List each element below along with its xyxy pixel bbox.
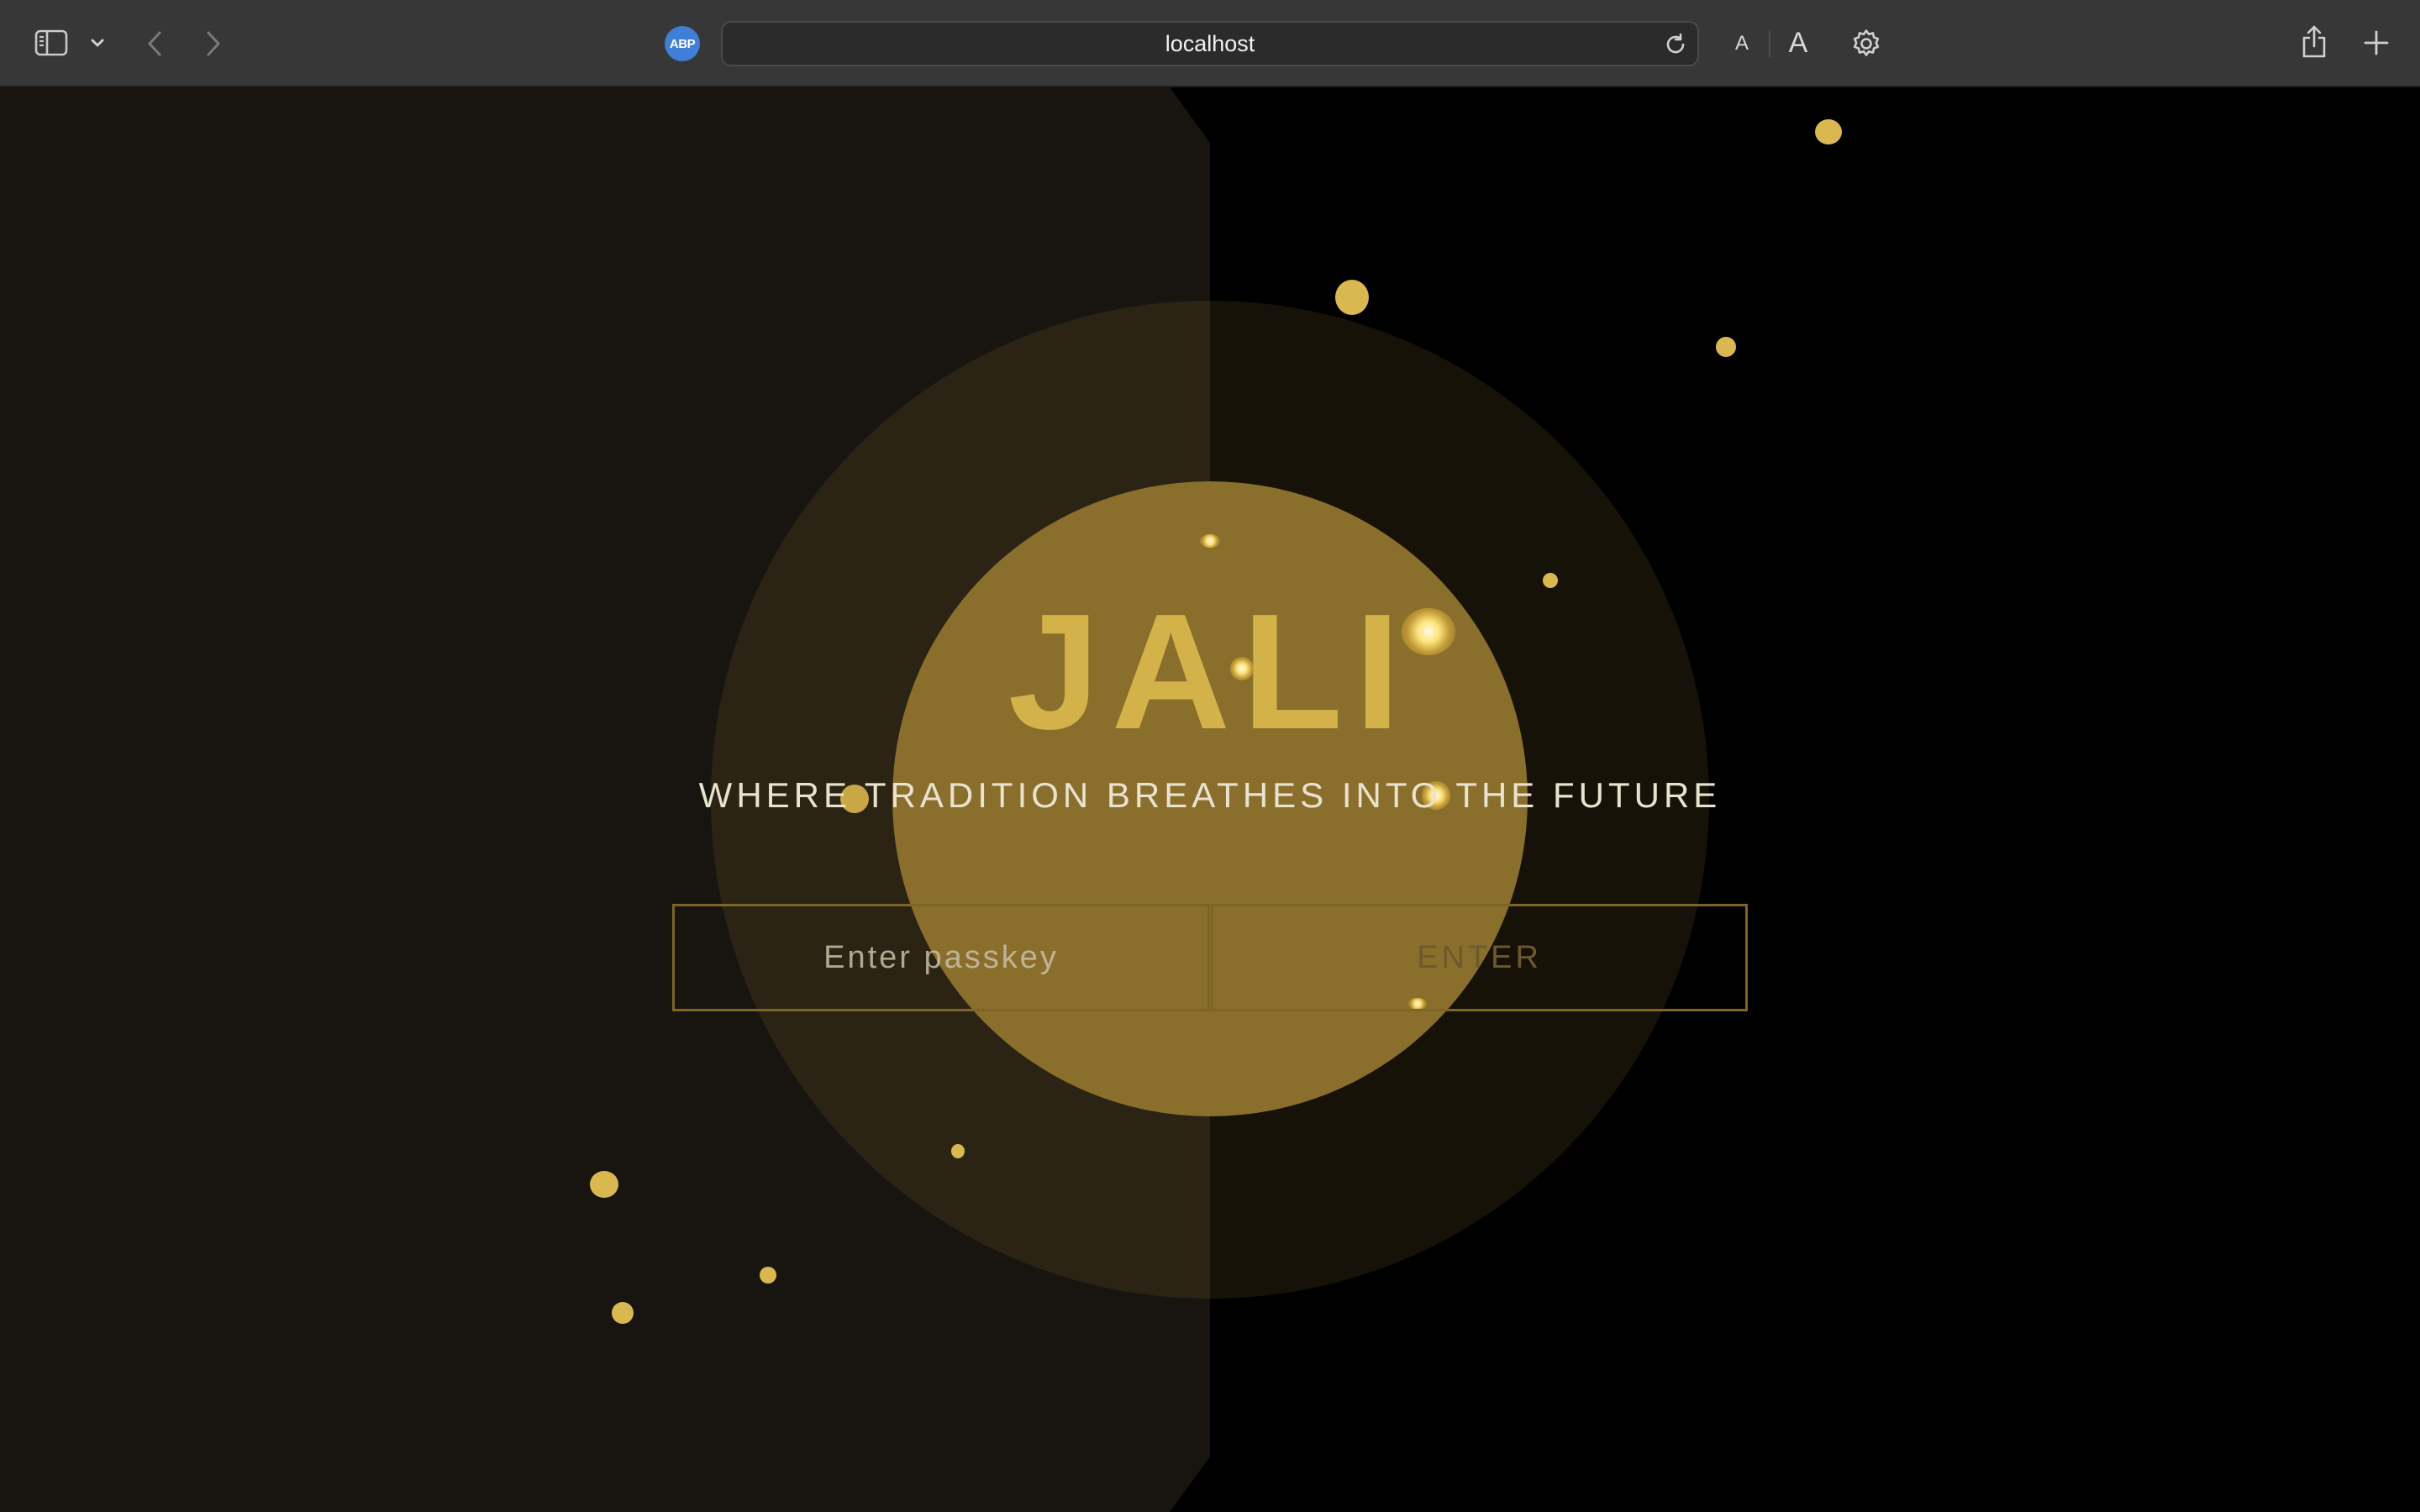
forward-button[interactable] <box>198 25 229 62</box>
particle <box>1543 573 1558 588</box>
adblock-extension-button[interactable]: ABP <box>665 26 700 61</box>
enter-button[interactable]: ENTER <box>1211 904 1748 1011</box>
decrease-font-button[interactable]: A <box>1729 28 1754 60</box>
back-icon <box>145 29 164 58</box>
particle <box>612 1302 634 1324</box>
new-tab-button[interactable] <box>2360 25 2393 60</box>
passkey-input[interactable] <box>672 904 1210 1011</box>
passkey-form: ENTER <box>672 904 1748 1011</box>
page-settings-button[interactable] <box>1849 26 1884 61</box>
particle <box>760 1267 776 1284</box>
particle <box>590 1171 618 1198</box>
address-bar[interactable]: localhost <box>721 21 1699 66</box>
particle <box>1815 119 1842 144</box>
chevron-down-icon <box>90 38 105 48</box>
back-button[interactable] <box>139 25 170 62</box>
reload-button[interactable] <box>1662 31 1689 58</box>
share-icon <box>2300 24 2328 60</box>
browser-toolbar: ABP localhost A A <box>0 0 2420 87</box>
toolbar-divider <box>1769 30 1770 57</box>
sparkle <box>1200 534 1220 548</box>
reload-icon <box>1663 32 1688 57</box>
particle <box>1335 280 1369 315</box>
particle <box>1716 337 1736 357</box>
page-viewport: JALI WHERE TRADITION BREATHES INTO THE F… <box>0 87 2420 1512</box>
forward-icon <box>204 29 223 58</box>
sidebar-toggle-button[interactable] <box>32 26 71 60</box>
url-text: localhost <box>1165 30 1255 56</box>
particle <box>951 1144 965 1158</box>
tab-group-dropdown-button[interactable] <box>87 32 108 54</box>
extension-badge-label: ABP <box>669 36 696 51</box>
tagline: WHERE TRADITION BREATHES INTO THE FUTURE <box>698 775 1722 815</box>
share-button[interactable] <box>2297 22 2331 62</box>
brand-title: JALI <box>1007 580 1413 764</box>
gear-icon <box>1850 28 1882 60</box>
plus-icon <box>2363 29 2390 56</box>
increase-font-button[interactable]: A <box>1783 24 1813 62</box>
sidebar-icon <box>34 29 68 56</box>
